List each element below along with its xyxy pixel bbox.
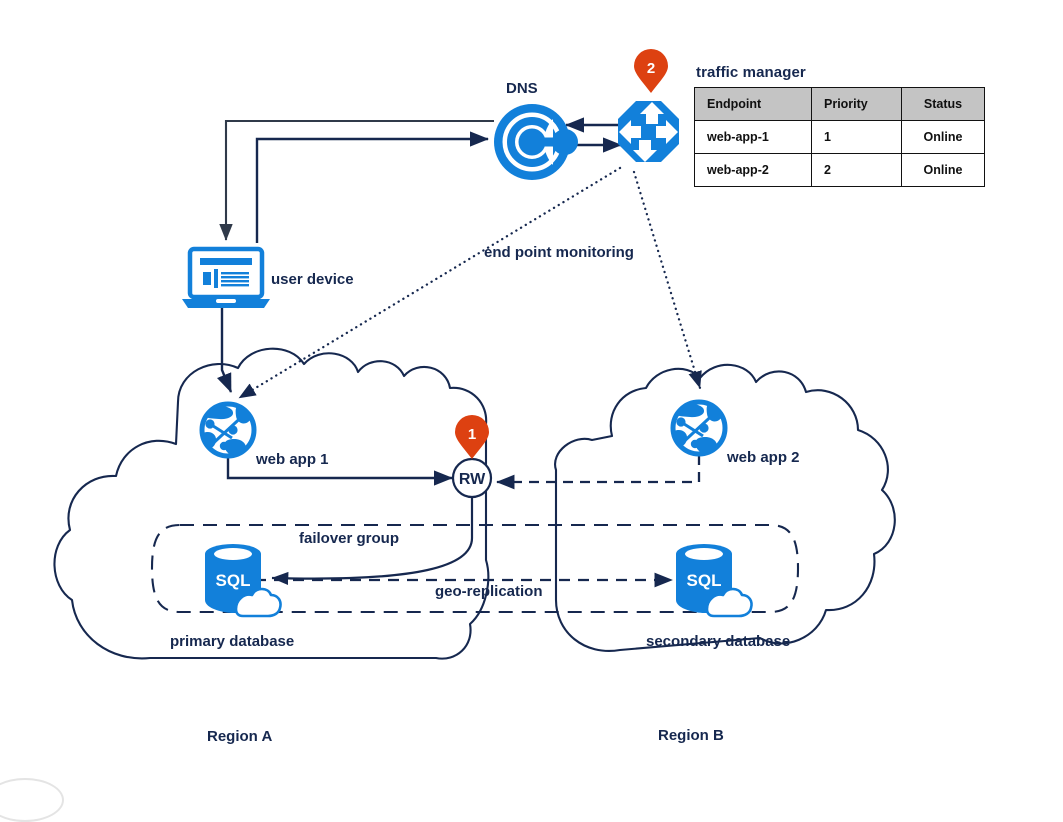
status-badge: Online <box>901 120 985 154</box>
region-b-label: Region B <box>658 727 724 744</box>
column-header-status: Status <box>901 87 985 121</box>
geo-replication-label: geo-replication <box>435 583 543 600</box>
web-app-2-label: web app 2 <box>726 449 800 466</box>
traffic-manager-icon <box>618 101 679 162</box>
web-app-1-label: web app 1 <box>255 451 329 468</box>
secondary-database-label: secondary database <box>646 633 790 650</box>
watermark-arc <box>0 778 64 822</box>
web-app-2-icon <box>670 399 728 457</box>
traffic-manager-table: Endpoint Priority Status web-app-1 1 Onl… <box>694 87 985 187</box>
dns-icon <box>494 104 578 180</box>
column-header-endpoint: Endpoint <box>694 87 812 121</box>
traffic-manager-panel: traffic manager Endpoint Priority Status… <box>694 64 986 187</box>
traffic-manager-title: traffic manager <box>696 64 806 81</box>
primary-database-badge: SQL <box>216 571 251 590</box>
edge-user-device-to-web-app-1 <box>216 308 233 393</box>
user-device-icon <box>182 246 270 308</box>
cell-endpoint: web-app-1 <box>694 120 812 154</box>
architecture-diagram: DNS 2 user device web app 1 web app 2 RW… <box>0 0 1063 822</box>
table-row[interactable]: web-app-1 1 Online <box>694 120 985 154</box>
table-header-row: Endpoint Priority Status <box>694 87 985 121</box>
dns-label: DNS <box>506 80 538 97</box>
column-header-priority: Priority <box>811 87 902 121</box>
edge-web-app-2-to-rw <box>496 455 701 490</box>
pin-marker-1: 1 <box>455 415 489 459</box>
rw-endpoint-label: RW <box>459 471 486 488</box>
user-device-label: user device <box>271 271 354 288</box>
cell-priority: 2 <box>811 153 902 187</box>
cell-endpoint: web-app-2 <box>694 153 812 187</box>
status-badge: Online <box>901 153 985 187</box>
secondary-database-icon: SQL <box>676 544 753 618</box>
edge-user-device-to-dns <box>255 131 489 243</box>
pin-marker-2: 2 <box>634 49 668 93</box>
primary-database-label: primary database <box>170 633 294 650</box>
pin-marker-2-number: 2 <box>647 60 655 77</box>
secondary-database-badge: SQL <box>687 571 722 590</box>
rw-endpoint-node: RW <box>451 457 493 499</box>
primary-database-icon: SQL <box>205 544 282 618</box>
cell-priority: 1 <box>811 120 902 154</box>
web-app-1-icon <box>199 401 257 459</box>
failover-group-label: failover group <box>299 530 399 547</box>
pin-marker-1-number: 1 <box>468 426 476 443</box>
region-a-label: Region A <box>207 728 272 745</box>
end-point-monitoring-label: end point monitoring <box>484 244 634 261</box>
table-row[interactable]: web-app-2 2 Online <box>694 153 985 187</box>
edge-monitoring-web-app-2 <box>632 170 702 390</box>
